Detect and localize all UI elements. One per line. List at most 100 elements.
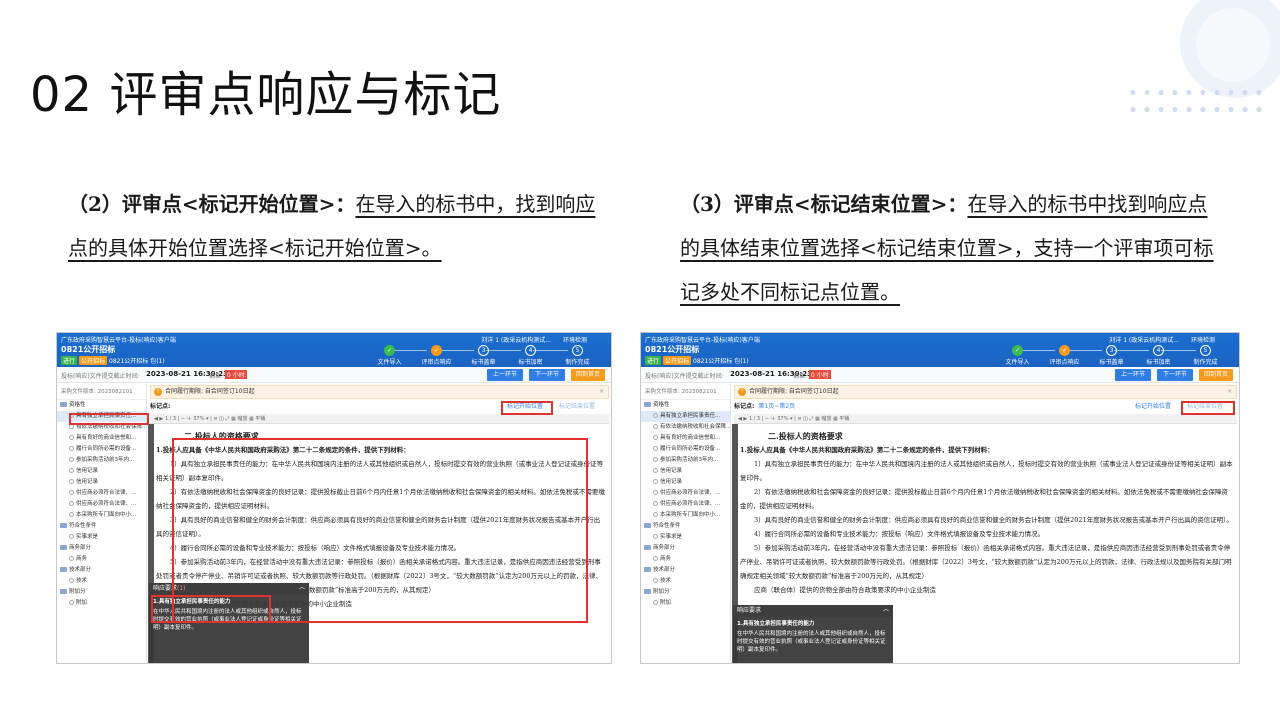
folder-icon bbox=[644, 545, 651, 550]
step-1[interactable]: ✓ 文件导入 bbox=[366, 345, 413, 366]
status-circle-icon bbox=[653, 534, 658, 539]
doc-paragraph: 应商（联合体）提供的货物全部由符合政策要求的中小企业制造 bbox=[754, 586, 936, 594]
next-step-button[interactable]: 下一环节 bbox=[1157, 369, 1193, 381]
tree-item-label: 信用记录 bbox=[660, 468, 683, 474]
tree-item-label: 商务部分 bbox=[653, 545, 676, 551]
tree-item[interactable]: 技术部分 bbox=[57, 565, 146, 576]
tree-item-label: 本采购所专门面向中小... bbox=[660, 512, 721, 518]
tree-item[interactable]: 本采购所专门面向中小... bbox=[641, 510, 730, 521]
tree-item[interactable]: 履行合同所必需的设备... bbox=[57, 444, 146, 455]
tree-item[interactable]: 附加 bbox=[57, 598, 146, 609]
chevron-up-icon[interactable]: ︿ bbox=[883, 606, 889, 614]
step-circle: 5 bbox=[572, 345, 583, 356]
tree-item[interactable]: 信用记录 bbox=[57, 477, 146, 488]
prev-step-button[interactable]: 上一环节 bbox=[487, 369, 523, 381]
tree-item[interactable]: 本采购所专门面向中小... bbox=[57, 510, 146, 521]
env-check-button[interactable]: 环境检测 bbox=[1191, 335, 1215, 344]
tree-item[interactable]: 供应商必须符合法律、... bbox=[641, 499, 730, 510]
status-circle-icon bbox=[653, 446, 658, 451]
step-2[interactable]: ✓ 评审点响应 bbox=[1041, 345, 1088, 366]
requirement-popup: 响应要求 ︿ 1.具有独立承担民事责任的能力 在中华人民共和国境内注册的法人或其他组织… bbox=[733, 605, 893, 663]
tree-item[interactable]: 商务部分 bbox=[641, 543, 730, 554]
tree-item[interactable]: 技术 bbox=[57, 576, 146, 587]
user-name[interactable]: 刘洋 1 (政采云机构测试... bbox=[1109, 335, 1179, 344]
screenshot-mark-start: 广东政府采购智慧云平台-投标(响应)客户端 0821公开招标 进行 公开招标 0821公… bbox=[56, 332, 612, 664]
step-2[interactable]: ✓ 评审点响应 bbox=[413, 345, 460, 366]
tree-item[interactable]: 实事求是 bbox=[641, 532, 730, 543]
status-circle-icon bbox=[69, 512, 74, 517]
pdf-toolbar[interactable]: ◀ ▶ 1 / 3 | − ＋ 37% ▾ | ≡ ◫ ⤢ ▦ 缩放 ▦ 平铺 bbox=[150, 414, 609, 424]
step-4[interactable]: 4 标书加密 bbox=[507, 345, 554, 366]
mark-end-button[interactable]: 标记结束位置 bbox=[557, 401, 597, 413]
folder-icon bbox=[60, 567, 67, 572]
tree-item[interactable]: 履行合同所必需的设备... bbox=[641, 444, 730, 455]
slide-title: 02 评审点响应与标记 bbox=[30, 67, 502, 123]
status-circle-icon bbox=[69, 468, 74, 473]
status-circle-icon bbox=[653, 501, 658, 506]
tree-item[interactable]: 具有独立承担民事责任... bbox=[641, 411, 730, 422]
tree-item[interactable]: 商务 bbox=[641, 554, 730, 565]
mark-bar: 标记点: 第1页~第2页 标记开始位置 标记结束位置 bbox=[734, 401, 1237, 413]
tree-item[interactable]: 资格性 bbox=[57, 400, 146, 411]
remaining-badge: 0 小时 bbox=[225, 370, 247, 379]
tree-item[interactable]: 参加采购活动前3年内... bbox=[57, 455, 146, 466]
tree-item[interactable]: 符合性条件 bbox=[57, 521, 146, 532]
tree-item[interactable]: 资格性 bbox=[641, 400, 730, 411]
step-circle: 4 bbox=[525, 345, 536, 356]
step-4[interactable]: 4 标书加密 bbox=[1135, 345, 1182, 366]
tree-item-label: 供应商必须符合法律、... bbox=[76, 490, 137, 496]
status-circle-icon bbox=[653, 600, 658, 605]
mark-page-link[interactable]: 第1页~第2页 bbox=[758, 403, 795, 410]
tree-item[interactable]: 商务 bbox=[57, 554, 146, 565]
tree-item[interactable]: 附加分 bbox=[57, 587, 146, 598]
tree-item[interactable]: 参加采购活动前3年内... bbox=[641, 455, 730, 466]
tree-item[interactable]: 信用记录 bbox=[641, 466, 730, 477]
remaining-label: 剩余: bbox=[793, 373, 808, 380]
step-5[interactable]: 5 制作完成 bbox=[1182, 345, 1229, 366]
tree-item[interactable]: 有依法缴纳税收和社会保障... bbox=[641, 422, 730, 433]
tree-item[interactable]: 供应商必须符合法律、... bbox=[641, 488, 730, 499]
tree-item[interactable]: 信用记录 bbox=[57, 466, 146, 477]
popup-header[interactable]: 响应要求 ︿ bbox=[733, 605, 893, 617]
folder-icon bbox=[60, 589, 67, 594]
project-name: 0821公开招标 bbox=[61, 345, 116, 354]
prev-step-button[interactable]: 上一环节 bbox=[1115, 369, 1151, 381]
home-button[interactable]: 回到首页 bbox=[1199, 369, 1233, 381]
tree-item[interactable]: 供应商必须符合法律、... bbox=[57, 488, 146, 499]
close-icon[interactable]: × bbox=[599, 386, 604, 398]
user-name[interactable]: 刘洋 1 (政采云机构测试... bbox=[481, 335, 551, 344]
tree-item-label: 信用记录 bbox=[660, 479, 683, 485]
tree-item-label: 实事求是 bbox=[660, 534, 683, 540]
highlight-mark-start bbox=[501, 401, 553, 415]
step-1[interactable]: ✓ 文件导入 bbox=[994, 345, 1041, 366]
warning-icon: ! bbox=[154, 388, 162, 396]
step-3[interactable]: 3 标书盖章 bbox=[460, 345, 507, 366]
tree-item[interactable]: 技术 bbox=[641, 576, 730, 587]
tree-item[interactable]: 供应商必须符合法律、... bbox=[57, 499, 146, 510]
next-step-button[interactable]: 下一环节 bbox=[529, 369, 565, 381]
tree-item-label: 信用记录 bbox=[76, 468, 99, 474]
tree-item[interactable]: 实事求是 bbox=[57, 532, 146, 543]
tree-item[interactable]: 技术部分 bbox=[641, 565, 730, 576]
tree-item[interactable]: 符合性条件 bbox=[641, 521, 730, 532]
step-label: 标书盖章 bbox=[471, 359, 496, 366]
mark-start-button[interactable]: 标记开始位置 bbox=[1133, 401, 1173, 413]
highlight-mark-end bbox=[1181, 401, 1235, 415]
step-3[interactable]: 3 标书盖章 bbox=[1088, 345, 1135, 366]
tree-item[interactable]: 商务部分 bbox=[57, 543, 146, 554]
step-5[interactable]: 5 制作完成 bbox=[554, 345, 601, 366]
pdf-toolbar[interactable]: ◀ ▶ 1 / 3 | − ＋ 37% ▾ | ≡ ◫ ⤢ ▦ 缩放 ▦ 平铺 bbox=[734, 414, 1237, 424]
project-badges: 进行 公开招标 0821公开招标 包(1) bbox=[645, 356, 749, 365]
left-description: （2）评审点<标记开始位置>：在导入的标书中，找到响应点的具体开始位置选择<标记… bbox=[68, 182, 608, 270]
env-check-button[interactable]: 环境检测 bbox=[563, 335, 587, 344]
tree-item[interactable]: 附加 bbox=[641, 598, 730, 609]
tree-item[interactable]: 信用记录 bbox=[641, 477, 730, 488]
status-circle-icon bbox=[69, 501, 74, 506]
tree-item[interactable]: 附加分 bbox=[641, 587, 730, 598]
tree-item[interactable]: 具有良好的商业信誉和... bbox=[57, 433, 146, 444]
step-label: 标书盖章 bbox=[1099, 359, 1124, 366]
close-icon[interactable]: × bbox=[1227, 386, 1232, 398]
home-button[interactable]: 回到首页 bbox=[571, 369, 605, 381]
tree-item[interactable]: 具有良好的商业信誉和... bbox=[641, 433, 730, 444]
review-tree: 采购文件版本: 2023082101 资格性 具有独立承担民事责任... 有依法缴纳税… bbox=[57, 383, 147, 663]
